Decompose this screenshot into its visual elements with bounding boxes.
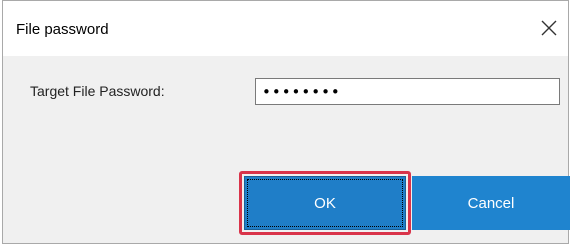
close-button[interactable]	[536, 15, 562, 41]
dialog-title: File password	[16, 21, 109, 38]
file-password-dialog: File password Target File Password: ••••…	[2, 0, 570, 244]
target-password-field[interactable]: ••••••••	[255, 78, 560, 105]
close-icon	[541, 20, 557, 36]
page: File password Target File Password: ••••…	[0, 0, 573, 248]
ok-button[interactable]: OK	[244, 176, 406, 230]
cancel-button[interactable]: Cancel	[412, 176, 570, 230]
title-bar: File password	[3, 1, 568, 56]
target-password-label: Target File Password:	[30, 83, 165, 99]
